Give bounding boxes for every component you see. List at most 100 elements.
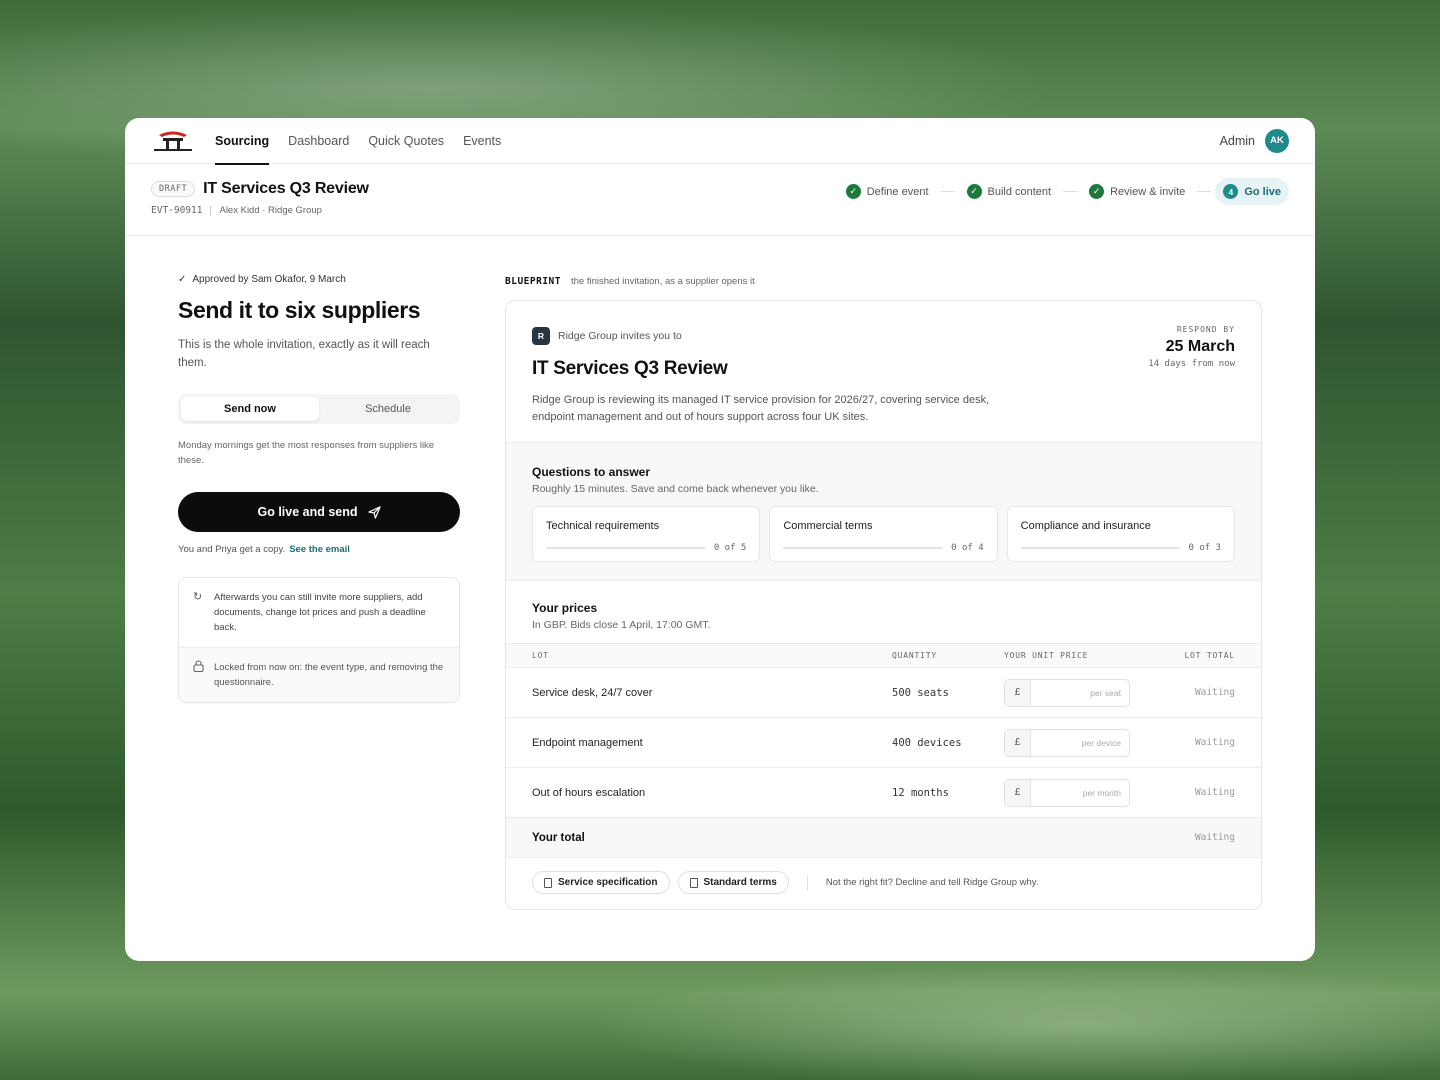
check-icon: ✓ — [178, 274, 187, 285]
approval-text: Approved by Sam Okafor, 9 March — [192, 274, 346, 285]
question-card-technical[interactable]: Technical requirements 0 of 5 — [532, 506, 761, 562]
app-window: Sourcing Dashboard Quick Quotes Events A… — [125, 118, 1315, 961]
total-value: Waiting — [1194, 832, 1235, 843]
column-lot: LOT — [532, 651, 549, 660]
blueprint-text: the finished invitation, as a supplier o… — [570, 276, 755, 287]
step-build-content[interactable]: ✓ Build content — [959, 178, 1060, 205]
respond-by: RESPOND BY 25 March 14 days from now — [1148, 325, 1235, 369]
refresh-icon: ↻ — [193, 591, 203, 603]
unit-price-input[interactable]: £ per seat — [1004, 678, 1130, 707]
progress-stepper: ✓ Define event ✓ Build content ✓ Review … — [838, 178, 1289, 205]
progress-bar — [783, 547, 944, 549]
step-label: Define event — [866, 185, 929, 198]
document-icon — [689, 877, 698, 888]
page-title: Send it to six suppliers — [178, 297, 421, 323]
price-placeholder: per seat — [1090, 687, 1121, 698]
page-subtitle: This is the whole invitation, exactly as… — [178, 339, 430, 369]
price-placeholder: per month — [1082, 787, 1121, 798]
schedule-option[interactable]: Schedule — [319, 397, 457, 421]
progress-count: 0 of 4 — [951, 543, 984, 553]
unit-price-input[interactable]: £ per month — [1004, 778, 1130, 807]
unit-price-input[interactable]: £ per device — [1004, 728, 1130, 757]
event-identity: DRAFT IT Services Q3 Review EVT-90911 Al… — [151, 180, 369, 216]
attachment-service-spec[interactable]: Service specification — [532, 871, 670, 894]
send-panel: ✓ Approved by Sam Okafor, 9 March Send i… — [178, 274, 460, 703]
brand-logo-icon[interactable] — [151, 129, 195, 153]
blueprint-caption: BLUEPRINT the finished invitation, as a … — [505, 276, 755, 287]
progress-bar — [546, 547, 706, 549]
blueprint-tag: BLUEPRINT — [505, 276, 561, 287]
decline-link[interactable]: Not the right fit? Decline and tell Ridg… — [826, 877, 1039, 888]
progress-count: 0 of 3 — [1188, 543, 1221, 553]
go-live-send-button[interactable]: Go live and send — [178, 492, 460, 532]
event-id: EVT-90911 — [151, 205, 203, 216]
question-card-title: Technical requirements — [546, 520, 660, 532]
button-label: Go live and send — [257, 505, 358, 519]
step-connector — [1197, 191, 1212, 192]
step-label: Build content — [987, 185, 1052, 198]
lot-quantity: 500 seats — [892, 686, 949, 699]
user-role-label[interactable]: Admin — [1220, 134, 1255, 148]
user-menu: Admin AK — [1220, 128, 1289, 153]
progress-bar — [1020, 547, 1181, 549]
invitation-footer: Service specification Standard terms Not… — [532, 871, 1039, 894]
lot-name: Service desk, 24/7 cover — [532, 686, 653, 699]
copy-notice: You and Priya get a copy. See the email — [178, 544, 460, 555]
top-nav: Sourcing Dashboard Quick Quotes Events A… — [125, 118, 1315, 165]
invitation-title: IT Services Q3 Review — [532, 358, 728, 379]
question-card-commercial[interactable]: Commercial terms 0 of 4 — [769, 506, 998, 562]
step-number: 4 — [1223, 184, 1239, 199]
invitation-preview: R Ridge Group invites you to IT Services… — [505, 300, 1262, 910]
org-badge: R — [532, 327, 550, 345]
send-now-option[interactable]: Send now — [181, 397, 319, 421]
question-card-compliance[interactable]: Compliance and insurance 0 of 3 — [1006, 506, 1235, 562]
question-card-title: Commercial terms — [783, 520, 873, 532]
step-connector — [940, 191, 955, 192]
avatar[interactable]: AK — [1265, 128, 1289, 153]
section-subtitle: In GBP. Bids close 1 April, 17:00 GMT. — [532, 619, 711, 631]
step-define-event[interactable]: ✓ Define event — [838, 178, 937, 205]
currency-symbol: £ — [1005, 679, 1031, 706]
prices-section: Your prices In GBP. Bids close 1 April, … — [506, 581, 1261, 631]
respond-label: RESPOND BY — [1176, 325, 1235, 334]
attachment-label: Standard terms — [703, 877, 777, 888]
nav-tab-quick-quotes[interactable]: Quick Quotes — [368, 118, 444, 164]
event-header: DRAFT IT Services Q3 Review EVT-90911 Al… — [125, 164, 1315, 236]
event-title: IT Services Q3 Review — [203, 180, 369, 197]
step-go-live[interactable]: 4 Go live — [1215, 178, 1289, 205]
column-unit-price: YOUR UNIT PRICE — [1004, 651, 1089, 660]
lot-name: Out of hours escalation — [532, 786, 646, 799]
note-text: Locked from now on: the event type, and … — [214, 662, 444, 688]
check-icon: ✓ — [845, 184, 861, 199]
table-row: Service desk, 24/7 cover 500 seats £ per … — [506, 668, 1261, 718]
section-subtitle: Roughly 15 minutes. Save and come back w… — [532, 483, 819, 495]
step-review-invite[interactable]: ✓ Review & invite — [1081, 178, 1193, 205]
price-placeholder: per device — [1081, 737, 1121, 748]
respond-date: 25 March — [1165, 338, 1235, 355]
check-icon: ✓ — [1089, 184, 1105, 199]
divider — [210, 205, 212, 216]
nav-tab-sourcing[interactable]: Sourcing — [215, 118, 270, 165]
lot-name: Endpoint management — [532, 736, 643, 749]
section-heading: Questions to answer — [532, 465, 651, 479]
table-header: LOT QUANTITY YOUR UNIT PRICE LOT TOTAL — [506, 643, 1261, 668]
table-row: Out of hours escalation 12 months £ per m… — [506, 768, 1261, 818]
step-connector — [1063, 191, 1078, 192]
price-table: LOT QUANTITY YOUR UNIT PRICE LOT TOTAL S… — [506, 643, 1261, 858]
lot-total: Waiting — [1194, 787, 1235, 798]
document-icon — [544, 877, 552, 888]
divider — [806, 874, 808, 891]
send-icon — [367, 505, 381, 519]
attachment-standard-terms[interactable]: Standard terms — [677, 871, 789, 894]
nav-tab-dashboard[interactable]: Dashboard — [288, 118, 349, 164]
respond-relative: 14 days from now — [1148, 359, 1235, 369]
questions-section: Questions to answer Roughly 15 minutes. … — [506, 443, 1261, 581]
question-card-title: Compliance and insurance — [1020, 520, 1151, 532]
send-timing-toggle: Send now Schedule — [178, 394, 460, 424]
check-icon: ✓ — [966, 184, 982, 199]
see-email-link[interactable]: See the email — [289, 544, 350, 555]
total-label: Your total — [532, 831, 585, 844]
lot-quantity: 400 devices — [892, 736, 962, 749]
currency-symbol: £ — [1005, 729, 1031, 756]
nav-tab-events[interactable]: Events — [463, 118, 501, 164]
